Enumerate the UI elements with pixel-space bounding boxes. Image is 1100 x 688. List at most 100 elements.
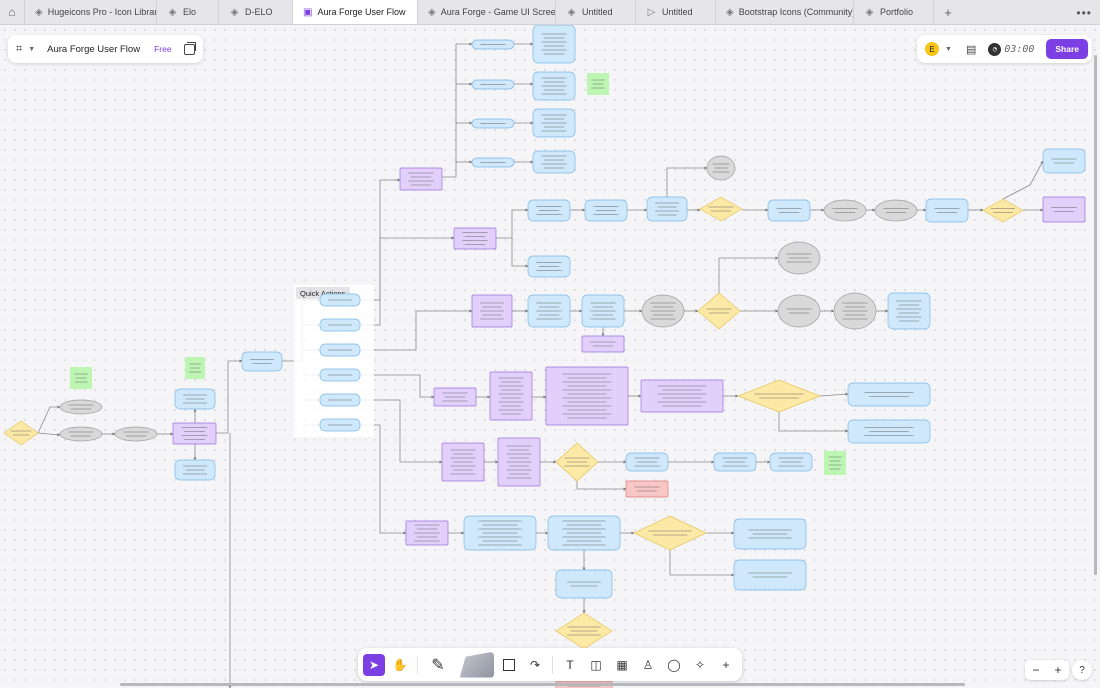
process-node[interactable] bbox=[241, 351, 283, 372]
process-node[interactable] bbox=[584, 199, 628, 222]
process-node[interactable] bbox=[713, 452, 757, 472]
process-node[interactable] bbox=[471, 118, 515, 129]
connector-line[interactable] bbox=[496, 208, 529, 239]
process-node[interactable] bbox=[471, 79, 515, 90]
process-node[interactable] bbox=[777, 294, 821, 328]
text-icon[interactable]: T bbox=[559, 654, 581, 676]
tab-bootstrap-icons[interactable]: ◈ Bootstrap Icons (Community) bbox=[716, 0, 854, 24]
quick-action-node[interactable] bbox=[319, 293, 361, 307]
decision-node[interactable] bbox=[699, 196, 743, 222]
process-node[interactable] bbox=[733, 559, 807, 591]
decision-node[interactable] bbox=[982, 198, 1024, 223]
tab-portfolio[interactable]: ◈ Portfolio bbox=[854, 0, 934, 24]
tab-aura-forge-user-flow[interactable]: ▣ Aura Forge User Flow ✕ bbox=[293, 0, 418, 24]
process-node[interactable] bbox=[532, 150, 576, 174]
process-node[interactable] bbox=[769, 452, 813, 472]
process-node[interactable] bbox=[625, 452, 669, 472]
process-node[interactable] bbox=[1042, 148, 1086, 174]
process-node[interactable] bbox=[555, 569, 613, 599]
process-node[interactable] bbox=[925, 198, 969, 223]
process-node[interactable] bbox=[646, 196, 688, 222]
process-node[interactable] bbox=[527, 255, 571, 278]
process-node[interactable] bbox=[527, 294, 571, 328]
decision-node[interactable] bbox=[555, 442, 599, 482]
sticky-note[interactable] bbox=[587, 73, 609, 95]
decision-node[interactable] bbox=[737, 379, 821, 413]
tab-d-elo[interactable]: ◈ D-ELO bbox=[219, 0, 293, 24]
process-node[interactable] bbox=[532, 108, 576, 138]
decision-node[interactable] bbox=[697, 292, 741, 330]
process-node[interactable] bbox=[497, 437, 541, 487]
connector-line[interactable] bbox=[511, 238, 529, 268]
process-node[interactable] bbox=[767, 199, 811, 222]
connector-line[interactable] bbox=[718, 256, 779, 293]
sparkle-icon[interactable]: ✧ bbox=[689, 654, 711, 676]
process-node[interactable] bbox=[874, 199, 918, 222]
connector-line[interactable] bbox=[360, 424, 407, 535]
vertical-scrollbar[interactable] bbox=[1094, 55, 1097, 575]
process-node[interactable] bbox=[833, 292, 877, 330]
process-node[interactable] bbox=[114, 426, 158, 442]
tab-elo[interactable]: ◈ Elo bbox=[157, 0, 219, 24]
chevron-down-icon[interactable]: ▼ bbox=[945, 46, 952, 53]
process-node[interactable] bbox=[471, 39, 515, 50]
process-node[interactable] bbox=[471, 294, 513, 328]
quick-action-node[interactable] bbox=[319, 418, 361, 432]
process-node[interactable] bbox=[489, 371, 533, 421]
figjam-canvas[interactable]: Quick Actions ⌗ ▼ Aura Forge User Flow F… bbox=[0, 25, 1100, 688]
connector-line[interactable] bbox=[778, 412, 849, 433]
marker-icon[interactable]: ✎ bbox=[424, 654, 452, 676]
process-node[interactable] bbox=[581, 294, 625, 328]
process-node[interactable] bbox=[777, 241, 821, 275]
process-node[interactable] bbox=[59, 399, 103, 415]
connector-line[interactable] bbox=[1002, 160, 1044, 200]
section-icon[interactable]: ◫ bbox=[585, 654, 607, 676]
layout-toggle-icon[interactable] bbox=[184, 41, 196, 55]
connector-line[interactable] bbox=[819, 392, 849, 397]
process-node[interactable] bbox=[405, 520, 449, 546]
more-icon[interactable]: ••• bbox=[1076, 0, 1092, 25]
share-button[interactable]: Share bbox=[1046, 39, 1088, 59]
connector-line[interactable] bbox=[360, 236, 455, 326]
connector-line[interactable] bbox=[669, 550, 735, 577]
plus-icon[interactable]: + bbox=[934, 0, 962, 24]
quick-action-node[interactable] bbox=[319, 318, 361, 332]
process-node[interactable] bbox=[847, 382, 931, 407]
plan-badge[interactable]: Free bbox=[154, 44, 171, 54]
file-name[interactable]: Aura Forge User Flow bbox=[47, 44, 140, 55]
horizontal-scrollbar[interactable] bbox=[120, 683, 965, 686]
process-node[interactable] bbox=[453, 227, 497, 250]
decision-node[interactable] bbox=[555, 612, 613, 650]
connector-line[interactable] bbox=[666, 166, 708, 197]
chevron-down-icon[interactable]: ▼ bbox=[28, 46, 35, 53]
connector-line[interactable] bbox=[216, 359, 243, 434]
process-node[interactable] bbox=[471, 157, 515, 168]
process-node[interactable] bbox=[706, 155, 736, 181]
process-node[interactable] bbox=[547, 515, 621, 551]
process-node[interactable] bbox=[399, 167, 443, 191]
process-node[interactable] bbox=[887, 292, 931, 330]
process-node[interactable] bbox=[532, 71, 576, 101]
process-node[interactable] bbox=[1042, 196, 1086, 223]
hand-icon[interactable]: ✋ bbox=[389, 654, 411, 676]
avatar[interactable]: E bbox=[925, 42, 939, 56]
tab-aura-forge-game-ui[interactable]: ◈ Aura Forge - Game UI Screens bbox=[418, 0, 556, 24]
process-node[interactable] bbox=[823, 199, 867, 222]
quick-action-node[interactable] bbox=[319, 393, 361, 407]
sticky-note-icon[interactable]: s bbox=[459, 651, 494, 678]
error-node[interactable] bbox=[625, 480, 669, 498]
process-node[interactable] bbox=[59, 426, 103, 442]
stamp-icon[interactable]: ♙ bbox=[637, 654, 659, 676]
quick-action-node[interactable] bbox=[319, 343, 361, 357]
minus-icon[interactable]: − bbox=[1032, 663, 1039, 677]
process-node[interactable] bbox=[640, 379, 724, 413]
plus-icon[interactable]: + bbox=[715, 654, 737, 676]
help-icon[interactable]: ? bbox=[1072, 660, 1092, 680]
process-node[interactable] bbox=[545, 366, 629, 426]
comment-icon[interactable]: ◯ bbox=[663, 654, 685, 676]
cursor-icon[interactable]: ➤ bbox=[363, 653, 385, 676]
process-node[interactable] bbox=[581, 335, 625, 353]
timer[interactable]: ◔ 03:00 bbox=[988, 42, 1034, 56]
home-icon[interactable]: ⌂ bbox=[0, 0, 25, 24]
process-node[interactable] bbox=[463, 515, 537, 551]
